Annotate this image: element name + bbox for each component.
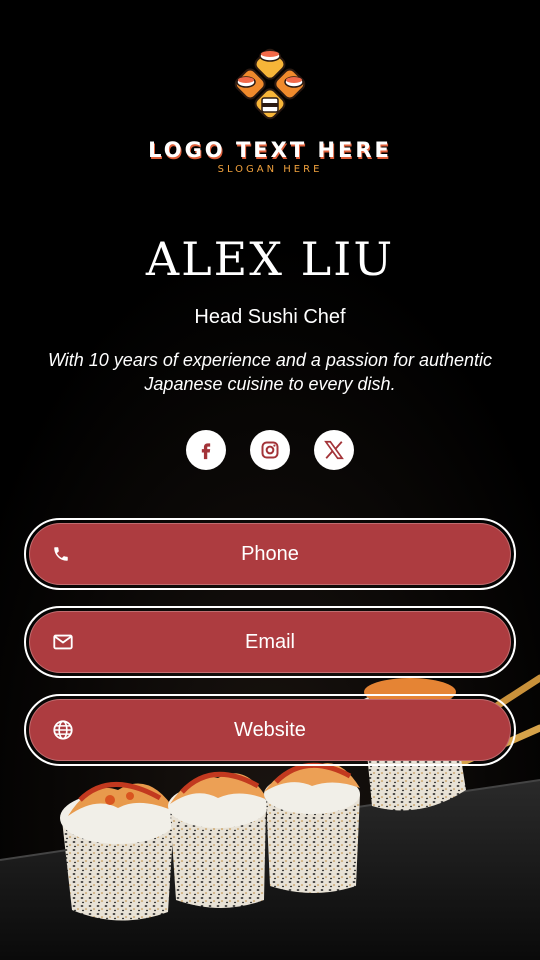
mail-icon	[52, 631, 74, 653]
globe-icon	[52, 719, 74, 741]
email-button[interactable]: Email	[24, 606, 516, 678]
instagram-link[interactable]	[250, 430, 290, 470]
profile-bio: With 10 years of experience and a passio…	[47, 350, 493, 394]
phone-button-label: Phone	[241, 542, 299, 565]
x-icon	[324, 440, 344, 460]
profile-title: Head Sushi Chef	[194, 306, 346, 328]
website-button[interactable]: Website	[24, 694, 516, 766]
social-links	[0, 430, 540, 470]
facebook-icon	[201, 443, 211, 460]
instagram-icon	[261, 441, 279, 459]
email-button-body[interactable]: Email	[29, 611, 511, 673]
brand-logo: LOGO TEXT HERE SLOGAN HERE	[0, 36, 540, 175]
phone-button-body[interactable]: Phone	[29, 523, 511, 585]
phone-icon	[52, 545, 70, 563]
facebook-link[interactable]	[186, 430, 226, 470]
sushi-logo-icon	[234, 48, 306, 120]
x-link[interactable]	[314, 430, 354, 470]
logo-text: LOGO TEXT HERE	[148, 138, 392, 162]
website-button-label: Website	[234, 718, 306, 741]
website-button-body[interactable]: Website	[29, 699, 511, 761]
logo-slogan: SLOGAN HERE	[217, 164, 323, 175]
phone-button[interactable]: Phone	[24, 518, 516, 590]
email-button-label: Email	[244, 630, 295, 653]
profile-name: ALEX LIU	[145, 232, 395, 286]
